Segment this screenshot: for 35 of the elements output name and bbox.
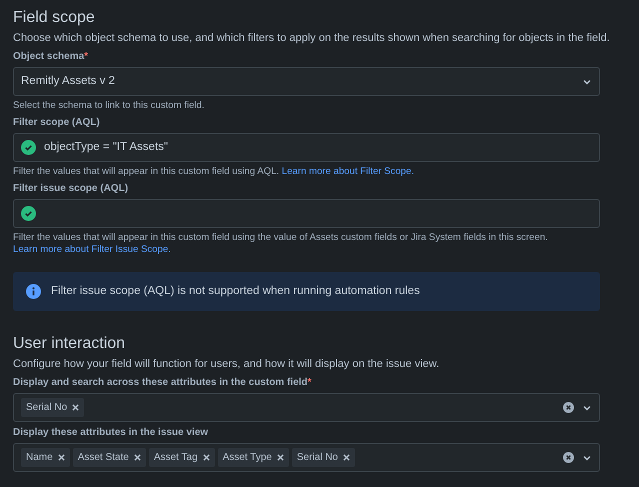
aql-input-field[interactable] <box>13 199 600 228</box>
field-label: Display these attributes in the issue view <box>13 426 210 440</box>
multi-select-field[interactable]: Serial No <box>13 393 600 422</box>
remove-tag-icon[interactable] <box>343 454 350 462</box>
section-description: Choose which object schema to use, and which filters to apply on the results shown when searching for objects in the field. <box>13 31 610 46</box>
remove-tag-icon[interactable] <box>72 404 80 412</box>
help-link[interactable]: Learn more about Filter Scope. <box>282 166 414 177</box>
tag: Asset State <box>72 448 146 468</box>
remove-tag-icon[interactable] <box>276 454 284 462</box>
section-heading: User interaction <box>13 334 126 354</box>
tag: Asset Tag <box>148 448 215 468</box>
aql-input-field[interactable]: objectType = "IT Assets" <box>13 133 600 162</box>
tag: Name <box>21 448 70 468</box>
tag: Serial No <box>292 448 355 468</box>
clear-icon[interactable] <box>563 452 574 464</box>
remove-tag-icon[interactable] <box>134 454 141 462</box>
help-text: Filter the values that will appear in this custom field using the value of Assets custom fields or Jira System fields in this screen. Learn more about Filter Issue Scope. <box>13 232 549 256</box>
tag: Asset Type <box>218 448 289 468</box>
info-message: Filter issue scope (AQL) is not supported when running automation rules <box>51 284 420 299</box>
clear-icon[interactable] <box>563 402 574 414</box>
remove-tag-icon[interactable] <box>202 454 210 462</box>
field-label: Display and search across these attributes in the custom field* <box>13 376 312 390</box>
section-description: Configure how your field will function for users, and how it will display on the issue view. <box>13 357 440 372</box>
tag: Serial No <box>21 398 84 418</box>
help-link[interactable]: Learn more about Filter Issue Scope. <box>13 244 171 255</box>
field-label: Object schema* <box>13 50 90 63</box>
select-field[interactable]: Remitly Assets v 2 <box>13 67 600 96</box>
info-icon <box>26 284 41 300</box>
field-label: Filter scope (AQL) <box>13 116 101 129</box>
help-text: Filter the values that will appear in this custom field using AQL. Learn more about Filter Scope. <box>13 166 416 178</box>
section-heading: Field scope <box>13 8 96 28</box>
field-label: Filter issue scope (AQL) <box>13 182 130 195</box>
remove-tag-icon[interactable] <box>58 454 65 462</box>
multi-select-field[interactable]: Name Asset State Asset Tag Asset Type Serial No <box>13 443 600 472</box>
help-text: Select the schema to link to this custom field. <box>13 100 206 112</box>
